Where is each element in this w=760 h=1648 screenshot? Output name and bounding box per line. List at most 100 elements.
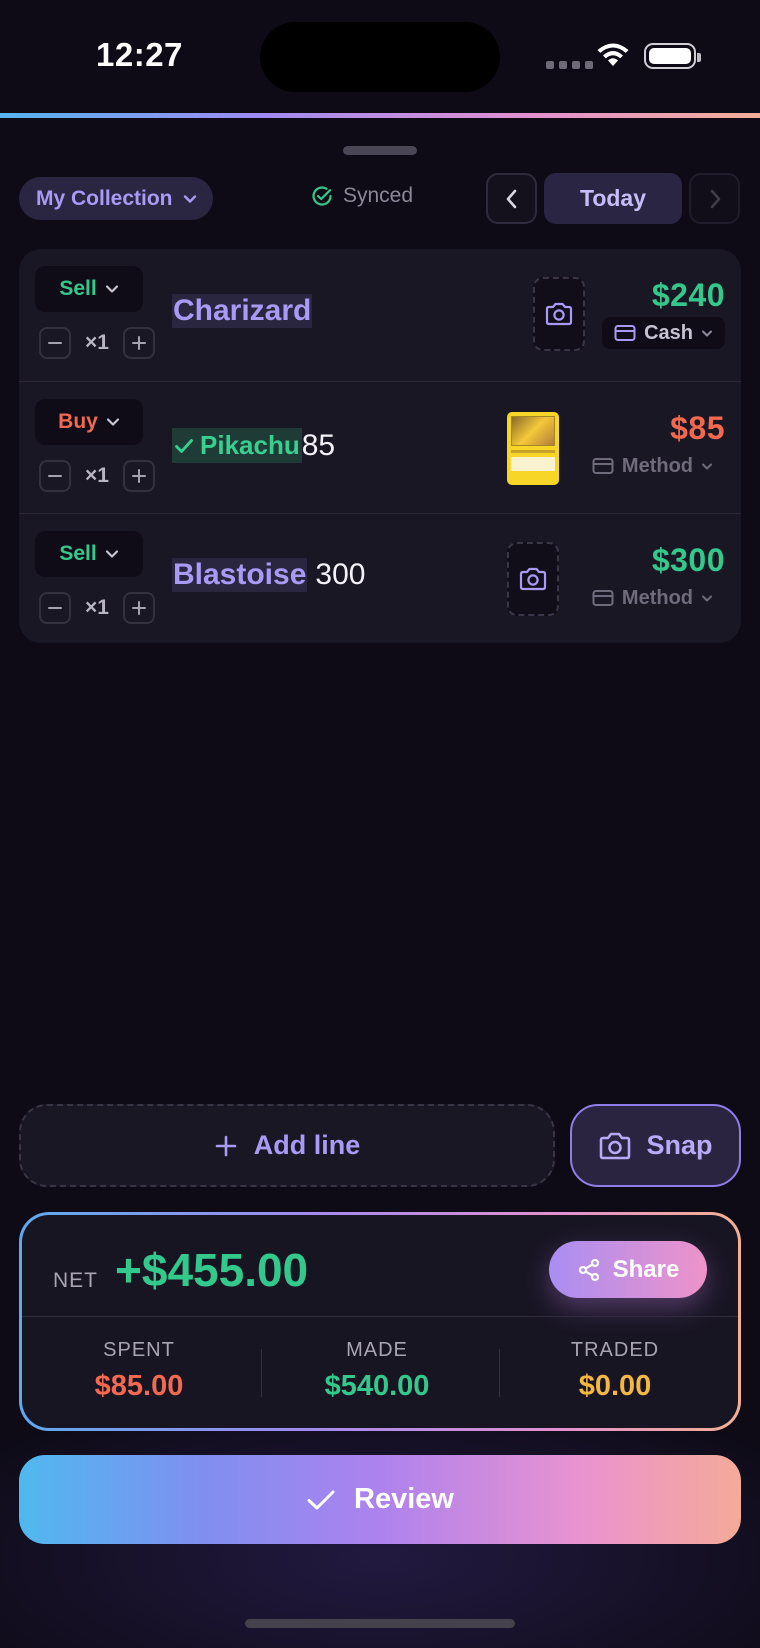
item-name-token: Charizard [172, 294, 313, 328]
previous-day-button[interactable] [486, 173, 537, 224]
spent-label: SPENT [103, 1339, 175, 1361]
summary-divider [22, 1316, 738, 1317]
increment-button[interactable] [123, 592, 155, 624]
sync-status: Synced [310, 184, 413, 208]
add-line-button[interactable]: Add line [19, 1104, 555, 1187]
typed-amount: 85 [301, 428, 336, 462]
screen: 12:27 My Collection Synced Today Sell ×1… [0, 0, 760, 1648]
typed-amount: 300 [315, 558, 366, 591]
collection-dropdown[interactable]: My Collection [19, 177, 213, 220]
payment-method-label: Cash [644, 321, 693, 344]
traded-stat: TRADED $0.00 [515, 1339, 715, 1403]
chevron-down-icon [105, 285, 118, 293]
today-button[interactable]: Today [544, 173, 682, 224]
item-name-token-matched: Pikachu [172, 428, 302, 463]
check-circle-icon [312, 186, 332, 206]
minus-icon [48, 475, 62, 477]
dynamic-island [260, 22, 500, 92]
sheet-grabber[interactable] [343, 146, 417, 155]
add-photo-button[interactable] [533, 277, 585, 351]
plus-icon [215, 1135, 237, 1156]
share-icon [578, 1258, 599, 1281]
transaction-type-label: Sell [59, 542, 97, 565]
plus-icon [132, 601, 146, 615]
add-photo-button[interactable] [507, 542, 559, 616]
list-item: Buy ×1 Pikachu 85 $85 Method [19, 381, 741, 513]
item-name-input[interactable]: Charizard [172, 294, 313, 328]
net-label: NET [53, 1269, 98, 1292]
decrement-button[interactable] [39, 592, 71, 624]
quantity-stepper: ×1 [39, 592, 155, 624]
card-icon [592, 458, 614, 474]
payment-method-label: Method [621, 454, 693, 477]
item-price[interactable]: $240 [652, 277, 725, 314]
payment-method-dropdown[interactable]: Method [580, 450, 725, 482]
share-button[interactable]: Share [549, 1241, 707, 1298]
snap-label: Snap [646, 1130, 713, 1160]
made-label: MADE [346, 1339, 408, 1361]
summary-card: NET +$455.00 Share SPENT $85.00 MADE $54… [19, 1212, 741, 1431]
transaction-type-label: Buy [58, 410, 98, 433]
item-name-input[interactable]: Pikachu 85 [172, 428, 335, 463]
battery-icon [644, 43, 701, 69]
chevron-down-icon [106, 418, 119, 426]
share-label: Share [612, 1255, 680, 1283]
increment-button[interactable] [123, 460, 155, 492]
next-day-button[interactable] [689, 173, 740, 224]
quantity-stepper: ×1 [39, 327, 155, 359]
add-line-label: Add line [253, 1130, 361, 1160]
card-photo-thumbnail[interactable] [507, 412, 559, 485]
transaction-type-dropdown[interactable]: Sell [35, 266, 143, 312]
home-indicator[interactable] [245, 1619, 515, 1628]
net-value: +$455.00 [115, 1244, 309, 1296]
list-item: Sell ×1 Charizard $240 Cash [19, 249, 741, 381]
quantity-value: ×1 [85, 331, 109, 354]
item-name-input[interactable]: Blastoise 300 [172, 558, 365, 592]
transaction-type-dropdown[interactable]: Sell [35, 531, 143, 577]
chevron-left-icon [506, 189, 516, 208]
minus-icon [48, 342, 62, 344]
review-button[interactable]: Review [19, 1455, 741, 1544]
quantity-value: ×1 [85, 464, 109, 487]
chevron-down-icon [702, 330, 712, 336]
payment-method-dropdown[interactable]: Cash [602, 317, 725, 349]
camera-icon [545, 302, 573, 326]
snap-button[interactable]: Snap [570, 1104, 741, 1187]
plus-icon [132, 336, 146, 350]
traded-label: TRADED [570, 1339, 660, 1361]
transaction-list: Sell ×1 Charizard $240 Cash Buy ×1 Pikac… [19, 249, 741, 643]
chevron-down-icon [702, 595, 712, 601]
item-name-token: Blastoise [172, 558, 308, 592]
spent-value: $85.00 [94, 1370, 184, 1402]
card-icon [592, 590, 614, 606]
traded-value: $0.00 [578, 1370, 652, 1402]
payment-method-dropdown[interactable]: Method [580, 582, 725, 614]
plus-icon [132, 469, 146, 483]
increment-button[interactable] [123, 327, 155, 359]
decrement-button[interactable] [39, 460, 71, 492]
minus-icon [48, 607, 62, 609]
status-time: 12:27 [96, 36, 183, 73]
check-icon [307, 1490, 335, 1509]
cellular-signal-icon [546, 61, 593, 69]
camera-icon [519, 567, 547, 591]
made-value: $540.00 [324, 1370, 430, 1402]
camera-icon [600, 1132, 631, 1159]
decrement-button[interactable] [39, 327, 71, 359]
item-price[interactable]: $85 [670, 410, 725, 447]
sync-status-label: Synced [343, 184, 414, 207]
chevron-right-icon [710, 189, 720, 208]
chevron-down-icon [183, 194, 196, 203]
quantity-stepper: ×1 [39, 460, 155, 492]
review-label: Review [354, 1483, 454, 1515]
stat-divider [499, 1349, 500, 1397]
chevron-down-icon [702, 463, 712, 469]
spent-stat: SPENT $85.00 [39, 1339, 239, 1403]
item-price[interactable]: $300 [652, 542, 725, 579]
list-item: Sell ×1 Blastoise 300 $300 Method [19, 513, 741, 643]
check-icon [175, 438, 193, 453]
wifi-icon [597, 43, 629, 66]
quantity-value: ×1 [85, 596, 109, 619]
transaction-type-dropdown[interactable]: Buy [35, 399, 143, 445]
made-stat: MADE $540.00 [277, 1339, 477, 1403]
